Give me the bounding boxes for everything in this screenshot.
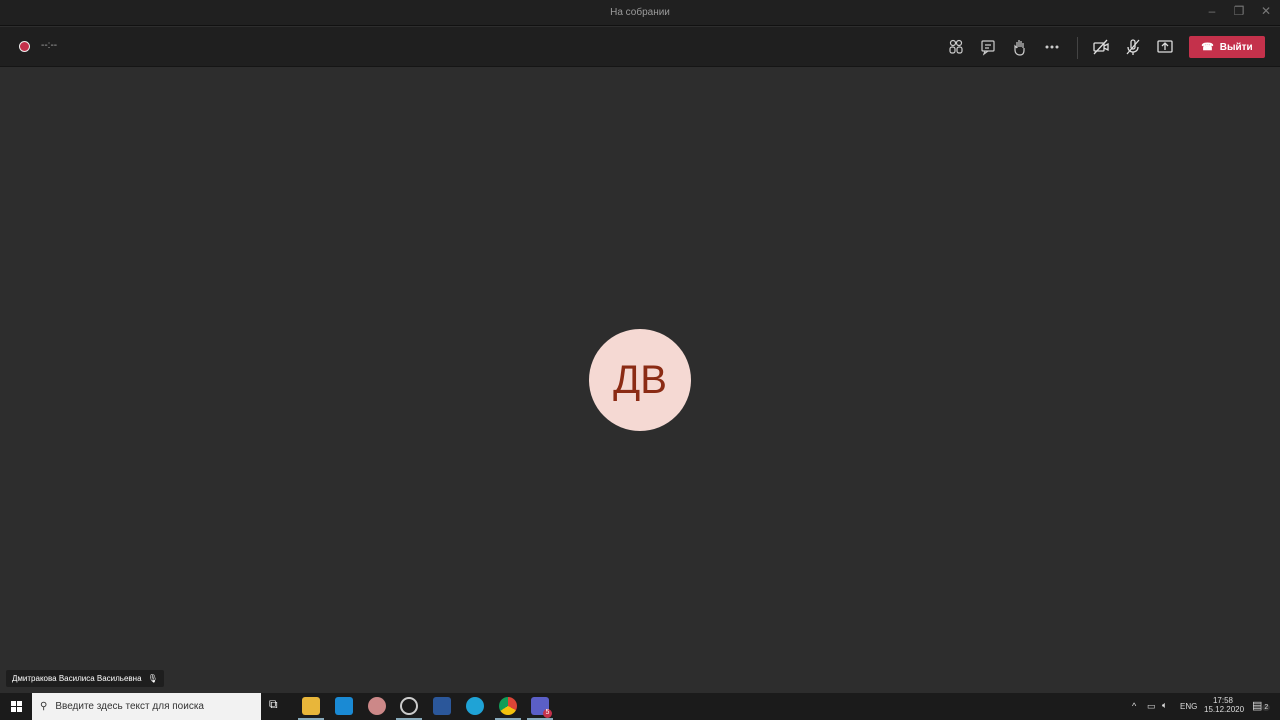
participants-icon[interactable] [946, 37, 966, 57]
time: 17:58 [1212, 696, 1234, 705]
recording-icon [19, 41, 30, 52]
mic-off-icon[interactable] [1123, 37, 1143, 57]
language-indicator[interactable]: ENG [1180, 702, 1197, 711]
avatar: ДВ [589, 329, 691, 431]
participant-name: Дмитракова Василиса Васильевна [12, 674, 142, 683]
notifications-icon[interactable]: ▤ 2 [1252, 699, 1271, 712]
start-button[interactable] [0, 693, 32, 720]
windows-icon [10, 701, 22, 712]
taskbar: ⚲ Введите здесь текст для поиска ⧉ 5 ^ ▭ … [0, 693, 1280, 720]
divider [1077, 37, 1078, 59]
word-icon[interactable] [433, 697, 451, 715]
minimize-button[interactable]: – [1202, 4, 1222, 18]
file-explorer-icon[interactable] [302, 697, 320, 715]
search-placeholder: Введите здесь текст для поиска [55, 701, 204, 712]
notifications-count: 2 [1262, 704, 1271, 711]
camera-off-icon[interactable] [1091, 37, 1111, 57]
share-screen-icon[interactable] [1155, 37, 1175, 57]
raise-hand-icon[interactable] [1010, 37, 1030, 57]
maximize-button[interactable]: ❐ [1229, 4, 1249, 18]
date: 15.12.2020 [1204, 705, 1245, 714]
teams-badge: 5 [543, 709, 552, 718]
more-icon[interactable] [1042, 37, 1062, 57]
obs-icon[interactable] [400, 697, 418, 715]
network-icon[interactable]: ▭ [1147, 701, 1156, 712]
meeting-timer: --:-- [41, 40, 58, 51]
volume-icon[interactable]: 🔈︎ [1162, 700, 1167, 711]
chat-icon[interactable] [978, 37, 998, 57]
app-icon[interactable] [368, 697, 386, 715]
title-bar: На собрании – ❐ ✕ [0, 0, 1280, 26]
leave-label: Выйти [1219, 41, 1253, 53]
mail-icon[interactable] [335, 697, 353, 715]
edge-icon[interactable] [466, 697, 484, 715]
participant-name-tag: Дмитракова Василиса Васильевна 🎙︎ [6, 670, 164, 687]
tray-chevron-icon[interactable]: ^ [1132, 701, 1136, 711]
hang-up-icon: ☎ [1201, 41, 1214, 53]
meeting-toolbar: --:-- ☎ Выйти [0, 27, 1280, 67]
teams-icon[interactable]: 5 [531, 697, 552, 718]
leave-button[interactable]: ☎ Выйти [1189, 36, 1265, 58]
chrome-icon[interactable] [499, 697, 517, 715]
mic-off-icon: 🎙︎ [147, 674, 158, 683]
search-input[interactable]: ⚲ Введите здесь текст для поиска [32, 693, 261, 720]
window-title: На собрании [610, 7, 670, 18]
task-view-icon[interactable]: ⧉ [269, 697, 287, 715]
search-icon: ⚲ [40, 701, 48, 712]
clock[interactable]: 17:58 15.12.2020 [1204, 696, 1245, 714]
close-button[interactable]: ✕ [1256, 4, 1276, 18]
